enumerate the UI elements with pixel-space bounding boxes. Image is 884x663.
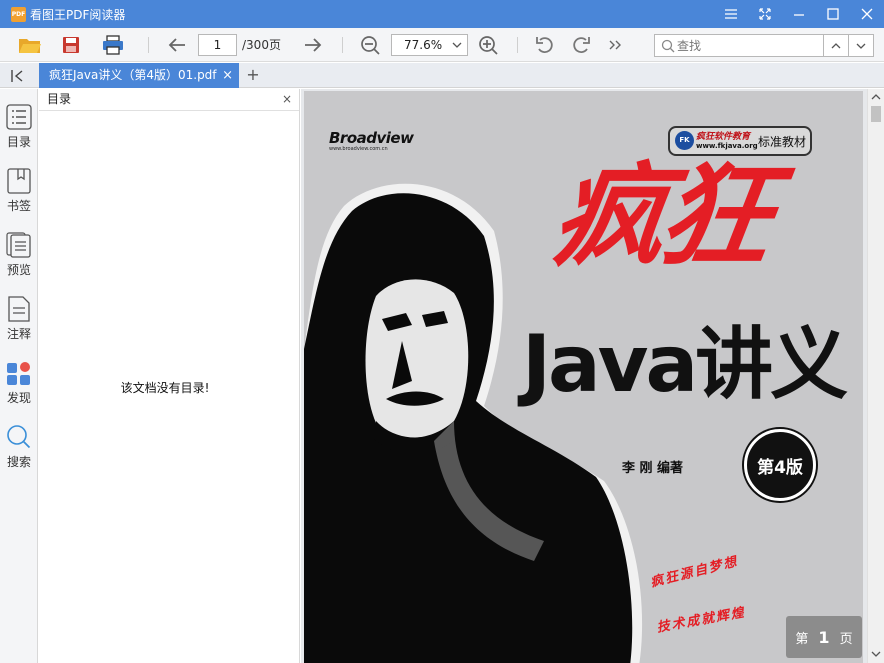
scroll-down-icon[interactable]	[868, 647, 884, 661]
page-indicator-suffix: 页	[839, 631, 853, 647]
sidebar-item-preview[interactable]: 预览	[0, 232, 38, 290]
sidebar-item-label: 目录	[6, 135, 31, 149]
search-box	[654, 34, 874, 57]
title-bar: PDF 看图王PDF阅读器	[0, 0, 884, 28]
print-icon[interactable]	[101, 28, 125, 62]
chevron-down-icon	[452, 35, 462, 61]
edition-badge: 第4版	[744, 429, 816, 501]
vertical-scrollbar[interactable]	[867, 89, 884, 663]
search-prev-button[interactable]	[823, 35, 848, 56]
page-indicator-number: 1	[818, 627, 830, 647]
bookmark-icon	[7, 168, 31, 194]
sidebar-item-bookmark[interactable]: 书签	[0, 168, 38, 226]
outline-empty-message: 该文档没有目录!	[120, 381, 210, 395]
close-tab-icon[interactable]: ×	[222, 63, 233, 88]
zoom-level-select[interactable]: 77.6%	[391, 34, 468, 56]
add-tab-button[interactable]: +	[244, 65, 262, 85]
page-number-input[interactable]: 1	[198, 34, 237, 56]
previous-page-button[interactable]	[166, 28, 188, 62]
save-icon[interactable]	[60, 28, 82, 62]
zoom-in-button[interactable]	[477, 28, 499, 62]
search-input[interactable]	[677, 35, 825, 56]
sidebar-item-label: 预览	[6, 263, 31, 277]
app-logo-icon: PDF	[11, 6, 26, 22]
menu-icon[interactable]	[714, 0, 748, 28]
cover-slogan-1: 疯狂源自梦想	[649, 554, 740, 591]
tab-document-label: 疯狂Java讲义（第4版）01.pdf	[49, 68, 217, 82]
more-tools-icon[interactable]	[605, 28, 625, 62]
close-panel-icon[interactable]: ×	[282, 89, 292, 110]
open-folder-icon[interactable]	[17, 28, 43, 62]
sidebar-item-discover[interactable]: 发现	[0, 360, 38, 418]
minimize-button[interactable]	[782, 0, 816, 28]
search-icon	[661, 38, 675, 57]
thumbnail-preview-icon	[6, 232, 31, 258]
close-window-button[interactable]	[850, 0, 884, 28]
tab-bar: 疯狂Java讲义（第4版）01.pdf × +	[0, 63, 884, 88]
sidebar-item-toc[interactable]: 目录	[0, 104, 38, 162]
zoom-out-button[interactable]	[359, 28, 381, 62]
outline-panel-header: 目录 ×	[39, 89, 299, 111]
page-indicator-prefix: 第	[795, 631, 809, 647]
maximize-button[interactable]	[816, 0, 850, 28]
app-title: 看图王PDF阅读器	[30, 7, 126, 22]
scroll-up-icon[interactable]	[868, 90, 884, 104]
fullscreen-icon[interactable]	[748, 0, 782, 28]
publisher-logo: Broadview www.broadview.com.cn	[329, 129, 414, 152]
search-next-button[interactable]	[848, 35, 873, 56]
toolbar: 1 /300页 77.6%	[0, 28, 884, 62]
sidebar-item-label: 书签	[6, 199, 31, 213]
collapse-sidebar-button[interactable]	[8, 67, 28, 84]
sidebar-item-label: 注释	[6, 327, 31, 341]
document-viewer[interactable]: Broadview www.broadview.com.cn FK 疯狂软件教育…	[301, 89, 867, 663]
sidebar-item-annotation[interactable]: 注释	[0, 296, 38, 354]
cover-author: 李 刚 编著	[622, 461, 684, 476]
discover-apps-icon	[7, 362, 30, 385]
sidebar: 目录 书签 预览 注释 发现 搜索	[0, 89, 38, 663]
cover-title-java: Java讲义	[522, 320, 848, 410]
outline-panel: 目录 × 该文档没有目录!	[39, 89, 300, 663]
sidebar-item-label: 发现	[6, 391, 31, 405]
cover-slogan-2: 技术成就辉煌	[655, 605, 747, 636]
page-indicator: 第 1 页	[786, 616, 862, 658]
cover-title-chinese: 疯狂	[544, 151, 776, 282]
fk-logo: FK	[675, 131, 694, 150]
outline-panel-title: 目录	[47, 92, 72, 106]
page-total-label: /300页	[242, 38, 281, 52]
toc-list-icon	[6, 104, 32, 130]
rotate-right-button[interactable]	[570, 28, 592, 62]
zoom-level-value: 77.6%	[404, 38, 443, 52]
search-icon	[7, 425, 31, 449]
rotate-left-button[interactable]	[534, 28, 556, 62]
scrollbar-thumb[interactable]	[871, 106, 881, 122]
sidebar-item-label: 搜索	[6, 455, 31, 469]
annotation-icon	[8, 296, 30, 322]
tab-document[interactable]: 疯狂Java讲义（第4版）01.pdf ×	[39, 63, 239, 88]
pdf-page: Broadview www.broadview.com.cn FK 疯狂软件教育…	[304, 91, 863, 663]
sidebar-item-search[interactable]: 搜索	[0, 424, 38, 482]
next-page-button[interactable]	[302, 28, 324, 62]
